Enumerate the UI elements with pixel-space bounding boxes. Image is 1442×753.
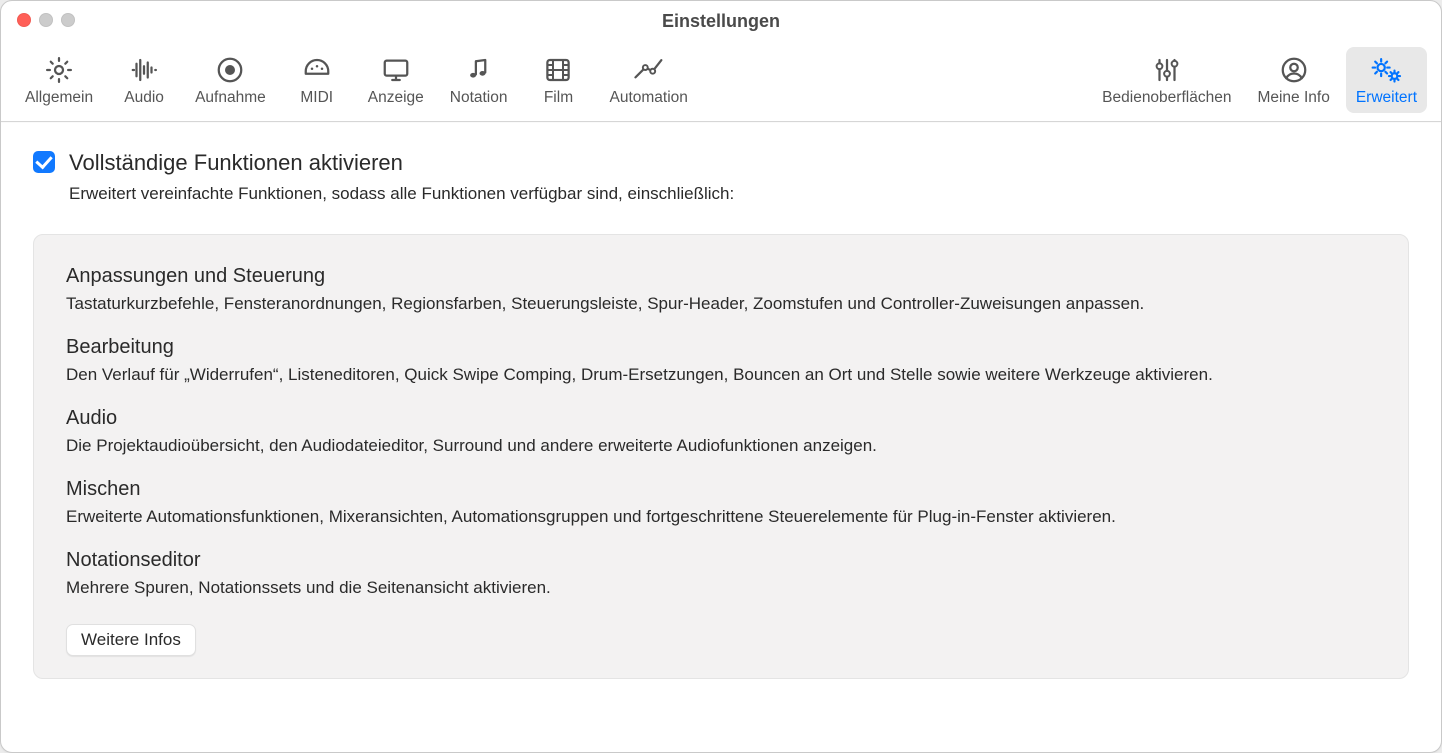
preferences-toolbar: Allgemein Audio Aufnahme MIDI Anzeige [1, 41, 1441, 122]
midi-port-icon [300, 53, 334, 87]
tab-film[interactable]: Film [523, 47, 593, 113]
waveform-icon [127, 53, 161, 87]
more-info-button[interactable]: Weitere Infos [66, 624, 196, 656]
tab-advanced[interactable]: Erweitert [1346, 47, 1427, 113]
feature-description: Mehrere Spuren, Notationssets und die Se… [66, 578, 1376, 598]
feature-title: Bearbeitung [66, 336, 1376, 359]
enable-complete-features-label: Vollständige Funktionen aktivieren [69, 150, 403, 176]
tab-label: Notation [450, 89, 508, 107]
gears-icon [1369, 53, 1403, 87]
tab-label: Audio [124, 89, 164, 107]
feature-title: Anpassungen und Steuerung [66, 265, 1376, 288]
close-window-button[interactable] [17, 13, 31, 27]
advanced-pane: Vollständige Funktionen aktivieren Erwei… [1, 122, 1441, 752]
feature-title: Audio [66, 407, 1376, 430]
feature-description: Den Verlauf für „Widerrufen“, Listenedit… [66, 365, 1376, 385]
tab-audio[interactable]: Audio [109, 47, 179, 113]
gear-icon [42, 53, 76, 87]
tab-control-surfaces[interactable]: Bedienoberflächen [1092, 47, 1241, 113]
features-card: Anpassungen und Steuerung Tastaturkurzbef… [33, 234, 1409, 679]
tab-label: Automation [609, 89, 687, 107]
tab-general[interactable]: Allgemein [15, 47, 103, 113]
tab-label: Erweitert [1356, 89, 1417, 107]
tab-label: Film [544, 89, 573, 107]
feature-title: Notationseditor [66, 549, 1376, 572]
enable-complete-features-description: Erweitert vereinfachte Funktionen, sodas… [69, 184, 1409, 204]
tab-midi[interactable]: MIDI [282, 47, 352, 113]
feature-description: Die Projektaudioübersicht, den Audiodate… [66, 436, 1376, 456]
tab-label: Bedienoberflächen [1102, 89, 1231, 107]
enable-complete-features-row: Vollständige Funktionen aktivieren [33, 150, 1409, 176]
monitor-icon [379, 53, 413, 87]
feature-item: Mischen Erweiterte Automationsfunktionen,… [66, 478, 1376, 527]
tab-label: Meine Info [1257, 89, 1329, 107]
minimize-window-button[interactable] [39, 13, 53, 27]
preferences-window: Einstellungen Allgemein Audio Aufnahme [0, 0, 1442, 753]
tab-automation[interactable]: Automation [599, 47, 697, 113]
feature-item: Audio Die Projektaudioübersicht, den Audi… [66, 407, 1376, 456]
tab-label: Anzeige [368, 89, 424, 107]
titlebar: Einstellungen [1, 1, 1441, 41]
enable-complete-features-checkbox[interactable] [33, 151, 55, 173]
feature-title: Mischen [66, 478, 1376, 501]
tab-my-info[interactable]: Meine Info [1247, 47, 1339, 113]
window-title: Einstellungen [662, 11, 780, 32]
tab-display[interactable]: Anzeige [358, 47, 434, 113]
music-notes-icon [462, 53, 496, 87]
feature-description: Erweiterte Automationsfunktionen, Mixera… [66, 507, 1376, 527]
film-icon [541, 53, 575, 87]
tab-recording[interactable]: Aufnahme [185, 47, 276, 113]
user-circle-icon [1277, 53, 1311, 87]
automation-curve-icon [632, 53, 666, 87]
maximize-window-button[interactable] [61, 13, 75, 27]
sliders-icon [1150, 53, 1184, 87]
tab-label: MIDI [300, 89, 333, 107]
tab-notation[interactable]: Notation [440, 47, 518, 113]
feature-item: Notationseditor Mehrere Spuren, Notations… [66, 549, 1376, 598]
feature-item: Anpassungen und Steuerung Tastaturkurzbef… [66, 265, 1376, 314]
record-icon [213, 53, 247, 87]
tab-label: Allgemein [25, 89, 93, 107]
feature-item: Bearbeitung Den Verlauf für „Widerrufen“,… [66, 336, 1376, 385]
tab-label: Aufnahme [195, 89, 266, 107]
feature-description: Tastaturkurzbefehle, Fensteranordnungen,… [66, 294, 1376, 314]
window-controls [17, 13, 75, 27]
